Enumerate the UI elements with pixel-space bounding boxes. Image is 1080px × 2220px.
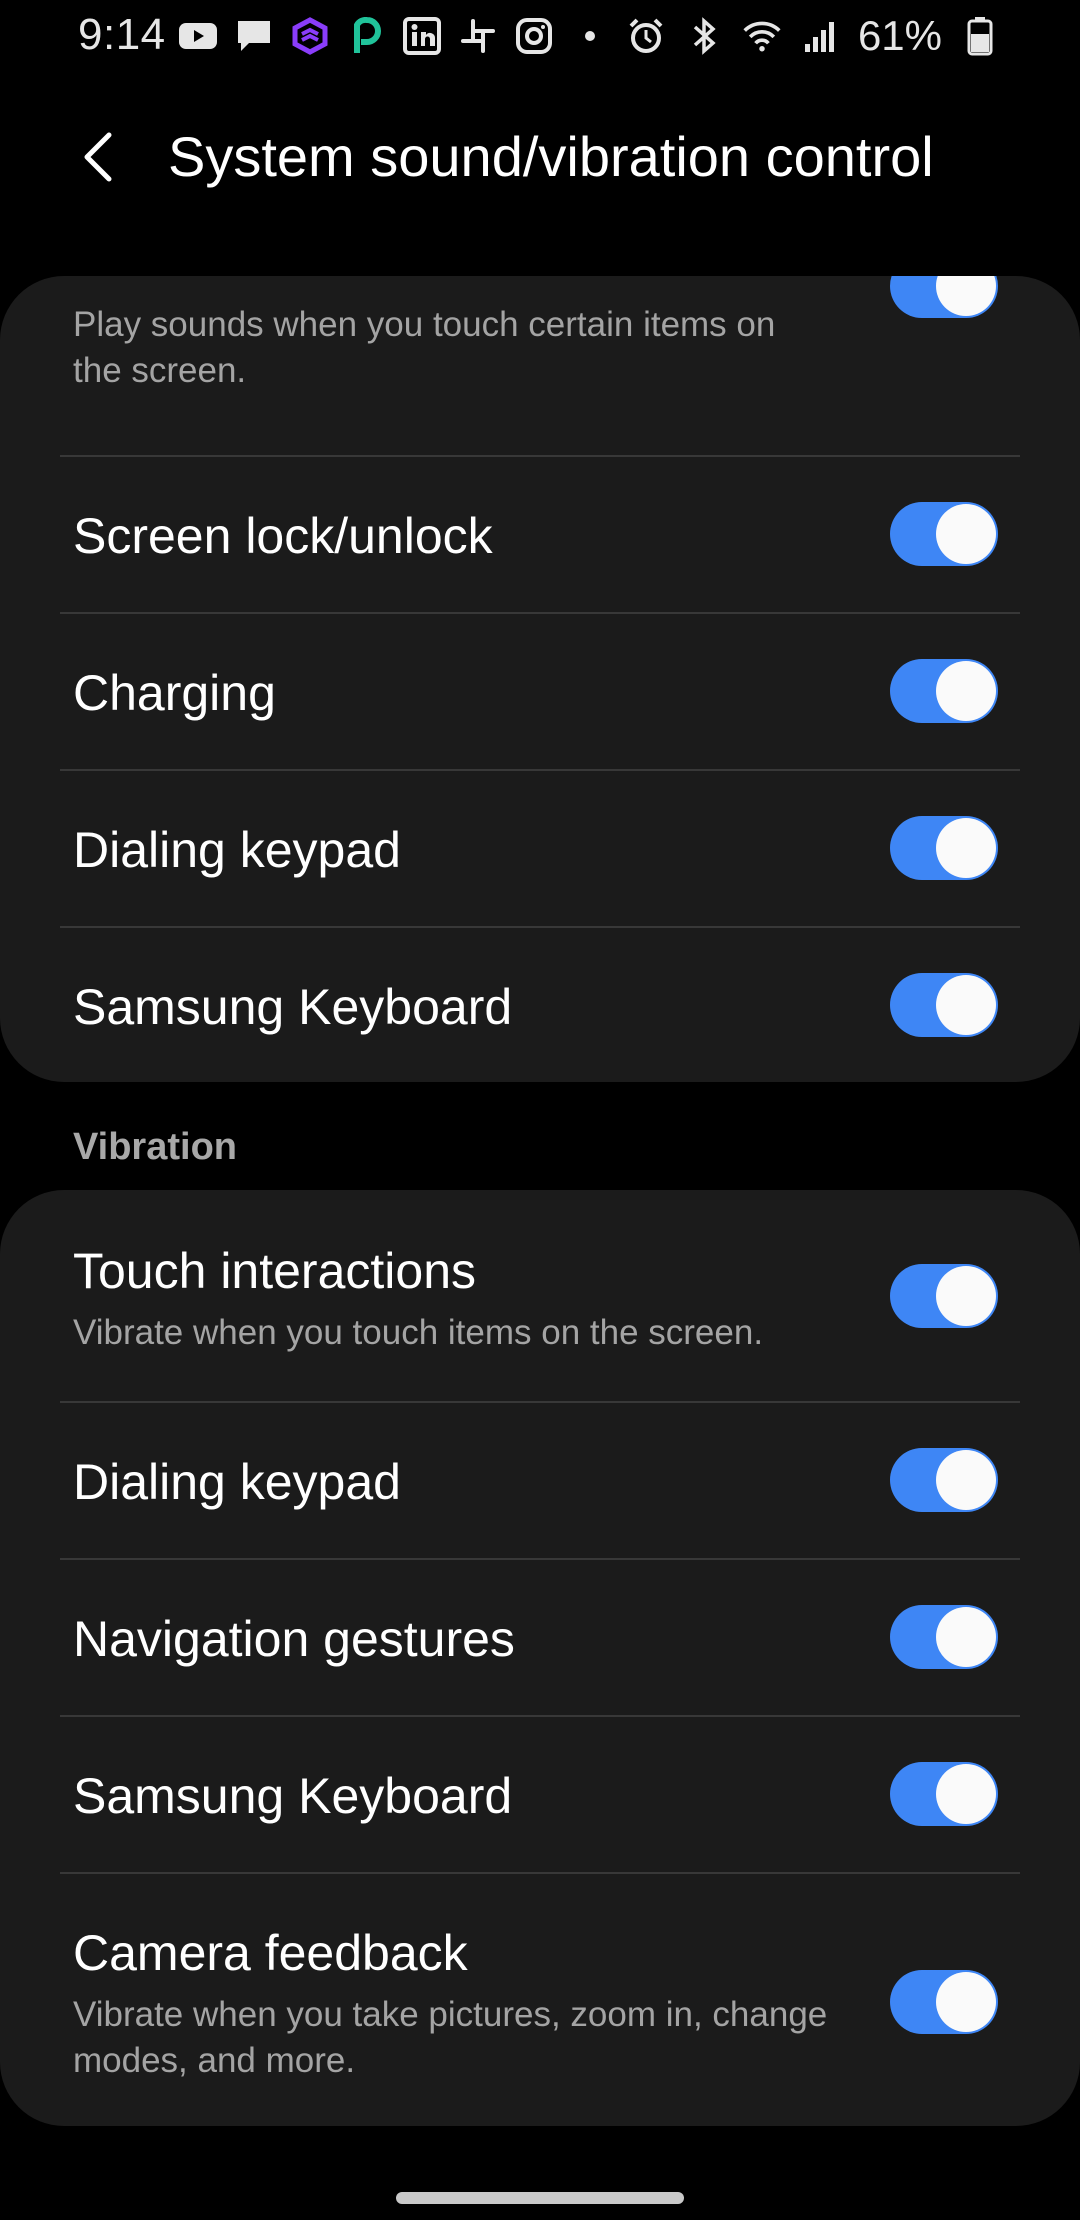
system-status-icons: 61% [626, 12, 1000, 60]
sound-samsung-keyboard-row[interactable]: Samsung Keyboard [0, 928, 1080, 1082]
toggle-knob [936, 1266, 996, 1326]
stacked-app-icon [290, 16, 330, 56]
more-dot-icon [570, 16, 610, 56]
app-header: System sound/vibration control [0, 100, 1080, 218]
vibration-dialing-keypad-row[interactable]: Dialing keypad [0, 1403, 1080, 1558]
bluetooth-icon [684, 16, 724, 56]
toggle-knob [936, 661, 996, 721]
vibration-samsung-keyboard-toggle[interactable] [890, 1762, 998, 1826]
back-button[interactable] [62, 122, 132, 192]
row-label: Touch interactions [73, 276, 476, 286]
screen: 9:14 61% System sound/vibration control … [0, 0, 1080, 2220]
toggle-knob [936, 1764, 996, 1824]
toggle-knob [936, 1450, 996, 1510]
row-description: Vibrate when you touch items on the scre… [73, 1313, 764, 1352]
home-gesture-bar[interactable] [396, 2192, 684, 2204]
toggle-knob [936, 975, 996, 1035]
row-label: Dialing keypad [73, 1454, 401, 1510]
row-label: Charging [73, 665, 276, 721]
charging-toggle[interactable] [890, 659, 998, 723]
row-label: Samsung Keyboard [73, 979, 513, 1035]
page-title: System sound/vibration control [168, 125, 934, 188]
slack-icon [458, 16, 498, 56]
instagram-icon [514, 16, 554, 56]
screen-lock-unlock-toggle[interactable] [890, 502, 998, 566]
back-arrow-icon [84, 132, 112, 182]
row-label: Camera feedback [73, 1925, 468, 1981]
screen-lock-unlock-row[interactable]: Screen lock/unlock [0, 457, 1080, 612]
navigation-gestures-toggle[interactable] [890, 1605, 998, 1669]
sound-touch-interactions-toggle[interactable] [890, 276, 998, 318]
vibration-touch-interactions-toggle[interactable] [890, 1264, 998, 1328]
status-bar: 9:14 61% [0, 0, 1080, 72]
battery-percentage: 61% [857, 12, 942, 59]
alarm-icon [626, 16, 666, 56]
toggle-knob [936, 276, 996, 316]
linkedin-icon [402, 16, 442, 56]
sound-settings-card: Touch interactions Play sounds when you … [0, 276, 1080, 1082]
navigation-gestures-row[interactable]: Navigation gestures [0, 1560, 1080, 1715]
p-app-icon [346, 16, 386, 56]
row-description: Play sounds when you touch certain items… [73, 305, 776, 390]
wifi-icon [742, 16, 782, 56]
row-label: Screen lock/unlock [73, 508, 493, 564]
notification-icons [178, 16, 610, 56]
status-time: 9:14 [78, 10, 166, 59]
battery-icon [960, 16, 1000, 56]
camera-feedback-row[interactable]: Camera feedback Vibrate when you take pi… [0, 1874, 1080, 2126]
signal-icon [800, 16, 840, 56]
youtube-icon [178, 16, 218, 56]
toggle-knob [936, 818, 996, 878]
charging-row[interactable]: Charging [0, 614, 1080, 769]
toggle-knob [936, 1972, 996, 2032]
sound-touch-interactions-row[interactable]: Touch interactions Play sounds when you … [0, 276, 1080, 408]
sound-dialing-keypad-row[interactable]: Dialing keypad [0, 771, 1080, 926]
vibration-samsung-keyboard-row[interactable]: Samsung Keyboard [0, 1717, 1080, 1872]
row-description: Vibrate when you take pictures, zoom in,… [73, 1995, 828, 2080]
sound-dialing-keypad-toggle[interactable] [890, 816, 998, 880]
vibration-settings-card: Touch interactions Vibrate when you touc… [0, 1190, 1080, 2126]
messages-icon [234, 16, 274, 56]
vibration-dialing-keypad-toggle[interactable] [890, 1448, 998, 1512]
toggle-knob [936, 504, 996, 564]
sound-samsung-keyboard-toggle[interactable] [890, 973, 998, 1037]
toggle-knob [936, 1607, 996, 1667]
row-label: Touch interactions [73, 1243, 477, 1299]
vibration-section-header: Vibration [73, 1126, 237, 1168]
row-label: Samsung Keyboard [73, 1768, 513, 1824]
vibration-touch-interactions-row[interactable]: Touch interactions Vibrate when you touc… [0, 1190, 1080, 1401]
camera-feedback-toggle[interactable] [890, 1970, 998, 2034]
row-label: Dialing keypad [73, 822, 401, 878]
row-label: Navigation gestures [73, 1611, 515, 1667]
